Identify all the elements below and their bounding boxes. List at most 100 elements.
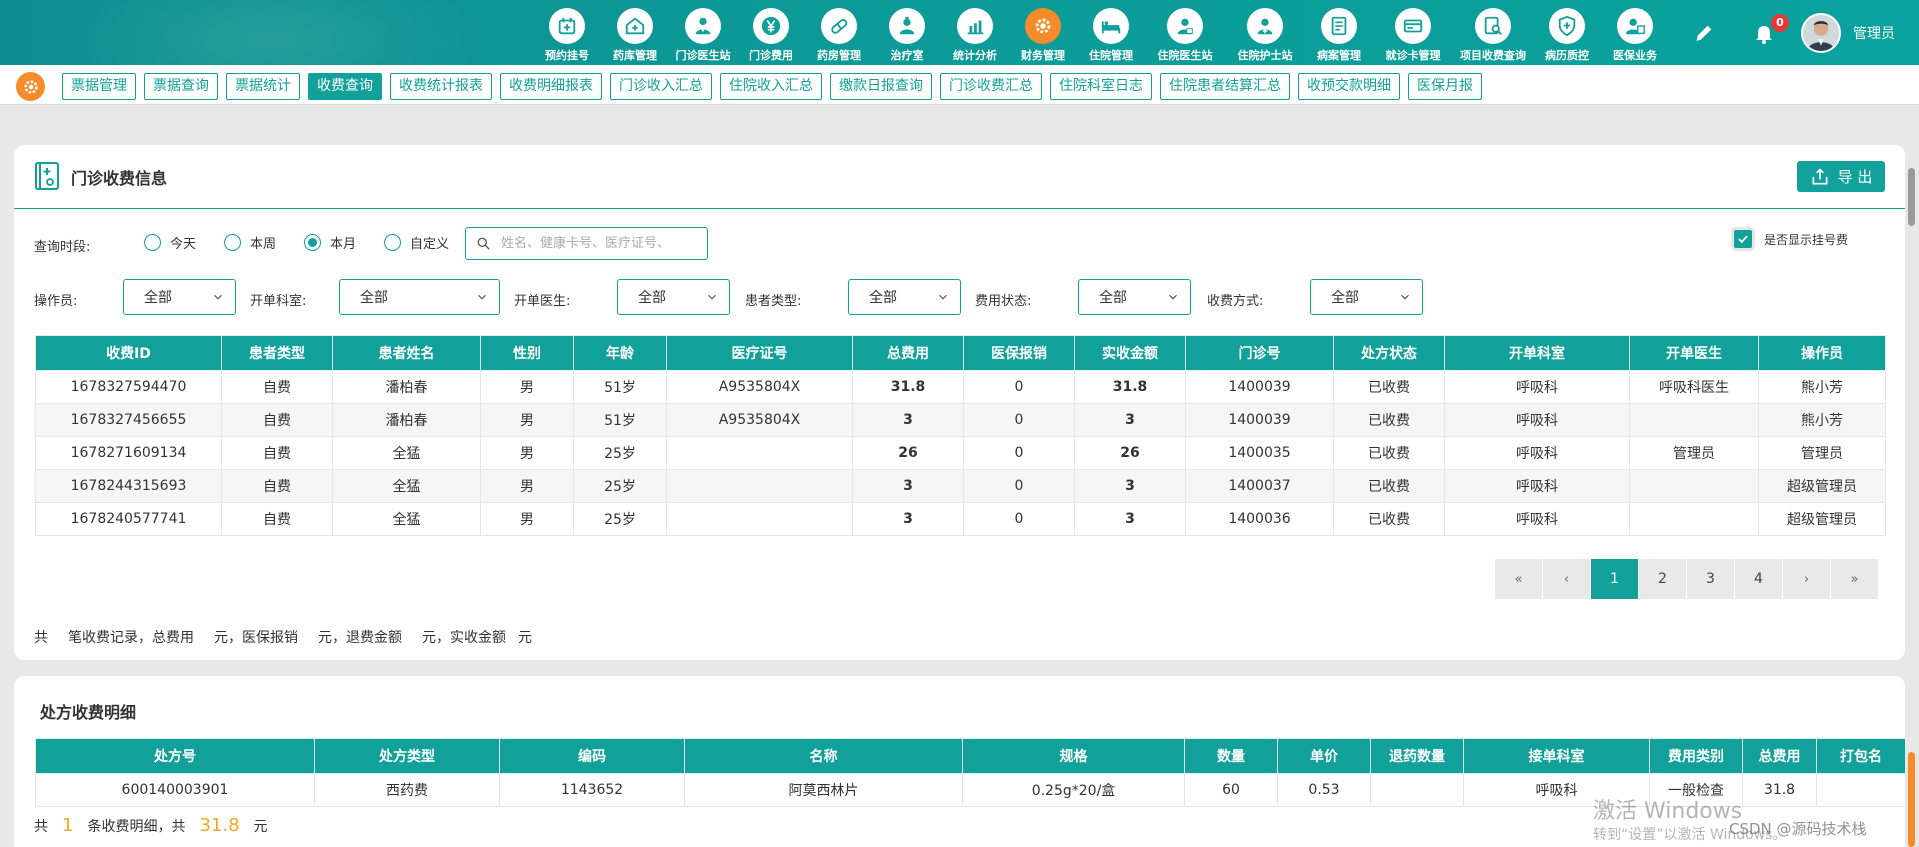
cell-operator: 超级管理员 [1758,502,1886,536]
nav-item-visit-card[interactable]: 就诊卡管理 [1373,0,1453,65]
cell-patient-name: 全猛 [332,436,481,470]
nav-label: 就诊卡管理 [1385,49,1441,62]
settings-gear-icon[interactable] [16,72,45,101]
checkbox-checked[interactable] [1733,230,1752,248]
warehouse-icon [617,8,653,44]
page-button-1[interactable]: 1 [1591,559,1639,599]
column-header: 处方号 [35,738,315,774]
search-doc-icon [1475,8,1511,44]
page-button-3[interactable]: 3 [1687,559,1735,599]
filter-label-fee-status: 费用状态: [975,294,1032,309]
select-value: 全部 [869,290,897,306]
avatar[interactable] [1801,12,1841,53]
cell-department: 呼吸科 [1444,469,1630,503]
doctor-select[interactable]: 全部 [617,279,730,315]
nav-item-inpatient-nurse[interactable]: 住院护士站 [1225,0,1305,65]
cell-name: 阿莫西林片 [684,773,963,807]
page-prev-button[interactable]: ‹ [1543,559,1591,599]
tab-receipt-statistics[interactable]: 票据统计 [226,73,300,100]
tab-outpatient-fee-summary[interactable]: 门诊收费汇总 [940,73,1042,100]
insurance-icon [1617,8,1653,44]
nav-item-outpatient-fee[interactable]: 门诊费用 [737,0,805,65]
tab-fee-stat-report[interactable]: 收费统计报表 [390,73,492,100]
cell-fee-id: 1678244315693 [35,469,222,503]
page-next-button[interactable]: › [1783,559,1831,599]
cell-gender: 男 [480,403,574,437]
cell-prescription-no: 600140003901 [35,773,315,807]
tab-fee-detail-report[interactable]: 收费明细报表 [500,73,602,100]
fee-summary: 共 笔收费记录，总费用 元，医保报销 元，退费金额 元，实收金额 元 [34,627,532,647]
cell-operator: 超级管理员 [1758,469,1886,503]
summary-text: 元，退费金额 [318,630,402,646]
search-input[interactable] [501,236,696,251]
table-row[interactable]: 1678327456655 自费 潘柏春 男 51岁 A9535804X 3 0… [35,403,1886,437]
scrollbar-thumb-secondary[interactable] [1908,752,1915,847]
patient-type-select[interactable]: 全部 [848,279,961,315]
scrollbar-thumb[interactable] [1908,168,1915,226]
notification-bell-icon[interactable]: 0 [1749,13,1789,48]
nav-item-pharmacy-warehouse[interactable]: 药库管理 [601,0,669,65]
cell-age: 25岁 [573,469,667,503]
export-button[interactable]: 导 出 [1797,161,1885,192]
edit-icon[interactable] [1689,18,1719,48]
page-button-4[interactable]: 4 [1735,559,1783,599]
nav-item-inpatient-doctor[interactable]: 住院医生站 [1145,0,1225,65]
nav-item-item-fee-query[interactable]: 项目收费查询 [1453,0,1533,65]
cell-doctor [1629,469,1759,503]
nav-item-statistics[interactable]: 统计分析 [941,0,1009,65]
tab-receipt-query[interactable]: 票据查询 [144,73,218,100]
cell-total-fee: 3 [852,469,964,503]
tab-inpatient-dept-log[interactable]: 住院科室日志 [1050,73,1152,100]
payment-method-select[interactable]: 全部 [1310,279,1423,315]
radio-label: 今天 [170,237,197,252]
user-name[interactable]: 管理员 [1853,23,1895,43]
page-last-button[interactable]: » [1831,559,1879,599]
radio-this-month[interactable]: 本月 [304,233,356,252]
nav-item-inpatient[interactable]: 住院管理 [1077,0,1145,65]
tab-insurance-monthly[interactable]: 医保月报 [1408,73,1482,100]
radio-this-week[interactable]: 本周 [224,233,276,252]
cell-doctor [1629,403,1759,437]
show-registration-fee-checkbox[interactable]: 是否显示挂号费 [1733,230,1848,248]
tab-receipt-management[interactable]: 票据管理 [62,73,136,100]
radio-dot [224,234,242,251]
nav-item-appointment[interactable]: 预约挂号 [533,0,601,65]
table-row[interactable]: 1678244315693 自费 全猛 男 25岁 3 0 3 1400037 … [35,469,1886,503]
nav-item-outpatient-doctor[interactable]: 门诊医生站 [669,0,737,65]
table-row[interactable]: 1678271609134 自费 全猛 男 25岁 26 0 26 140003… [35,436,1886,470]
table-row[interactable]: 1678327594470 自费 潘柏春 男 51岁 A9535804X 31.… [35,370,1886,404]
tab-inpatient-settlement-summary[interactable]: 住院患者结算汇总 [1160,73,1290,100]
cell-prescription-status: 已收费 [1333,502,1445,536]
tab-prepayment-detail[interactable]: 收预交款明细 [1298,73,1400,100]
operator-select[interactable]: 全部 [123,279,236,315]
cell-outpatient-no: 1400036 [1185,502,1334,536]
cell-insurance: 0 [963,436,1075,470]
tab-daily-payment-query[interactable]: 缴款日报查询 [830,73,932,100]
department-select[interactable]: 全部 [339,279,500,315]
table-row[interactable]: 1678240577741 自费 全猛 男 25岁 3 0 3 1400036 … [35,502,1886,536]
card-title: 处方收费明细 [40,703,137,722]
nav-item-quality-control[interactable]: 病历质控 [1533,0,1601,65]
fee-status-select[interactable]: 全部 [1078,279,1191,315]
page-button-2[interactable]: 2 [1639,559,1687,599]
cell-total-fee: 31.8 [852,370,964,404]
nav-item-medical-insurance[interactable]: 医保业务 [1601,0,1669,65]
search-field[interactable] [465,227,708,260]
cell-fee-id: 1678327456655 [35,403,222,437]
radio-custom[interactable]: 自定义 [384,233,449,252]
nav-item-medical-records[interactable]: 病案管理 [1305,0,1373,65]
user-area: 0 管理员 [1689,0,1919,65]
tab-inpatient-income-summary[interactable]: 住院收入汇总 [720,73,822,100]
nav-item-pharmacy[interactable]: 药房管理 [805,0,873,65]
radio-today[interactable]: 今天 [144,233,196,252]
tab-fee-query[interactable]: 收费查询 [308,73,382,100]
nav-item-finance[interactable]: 财务管理 [1009,0,1077,65]
nav-item-treatment-room[interactable]: 治疗室 [873,0,941,65]
cell-actual-amount: 31.8 [1074,370,1186,404]
column-header: 患者类型 [221,335,333,371]
page-first-button[interactable]: « [1495,559,1543,599]
cell-total-fee: 3 [852,502,964,536]
cell-spec: 0.25g*20/盒 [962,773,1185,807]
cell-prescription-status: 已收费 [1333,403,1445,437]
tab-outpatient-income-summary[interactable]: 门诊收入汇总 [610,73,712,100]
